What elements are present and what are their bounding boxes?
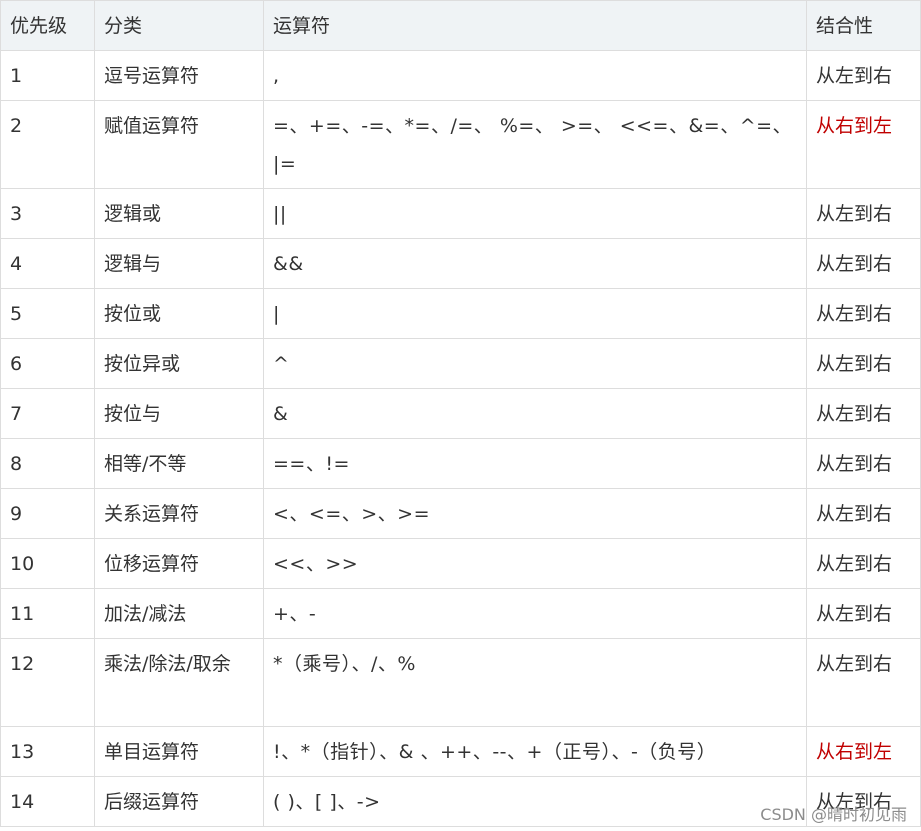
priority-cell: 14 <box>0 776 95 827</box>
priority-cell: 9 <box>0 488 95 539</box>
priority-cell: 3 <box>0 188 95 239</box>
header-category: 分类 <box>94 0 264 51</box>
operators-cell: , <box>263 50 807 101</box>
table-row: 7 按位与 & 从左到右 <box>0 388 921 439</box>
operators-cell: ==、!= <box>263 438 807 489</box>
associativity-cell: 从左到右 <box>806 438 921 489</box>
table-row: 14 后缀运算符 ( )、[ ]、-> 从左到右 <box>0 776 921 827</box>
priority-cell: 1 <box>0 50 95 101</box>
category-cell: 按位异或 <box>94 338 264 389</box>
operators-cell: & <box>263 388 807 439</box>
header-priority: 优先级 <box>0 0 95 51</box>
associativity-cell: 从左到右 <box>806 638 921 727</box>
category-cell: 逻辑与 <box>94 238 264 289</box>
operator-precedence-table: 优先级 分类 运算符 结合性 1 逗号运算符 , 从左到右 2 赋值运算符 =、… <box>0 0 921 827</box>
operators-cell: <、<=、>、>= <box>263 488 807 539</box>
priority-cell: 5 <box>0 288 95 339</box>
category-cell: 按位或 <box>94 288 264 339</box>
category-cell: 关系运算符 <box>94 488 264 539</box>
operators-cell: ( )、[ ]、-> <box>263 776 807 827</box>
priority-cell: 2 <box>0 100 95 189</box>
priority-cell: 7 <box>0 388 95 439</box>
associativity-cell: 从右到左 <box>806 100 921 189</box>
associativity-cell: 从左到右 <box>806 538 921 589</box>
category-cell: 加法/减法 <box>94 588 264 639</box>
table-row: 1 逗号运算符 , 从左到右 <box>0 50 921 101</box>
category-cell: 逻辑或 <box>94 188 264 239</box>
table-row: 5 按位或 | 从左到右 <box>0 288 921 339</box>
header-operators: 运算符 <box>263 0 807 51</box>
priority-cell: 10 <box>0 538 95 589</box>
associativity-cell: 从左到右 <box>806 238 921 289</box>
table-row: 2 赋值运算符 =、+=、-=、*=、/=、 %=、 >=、 <<=、&=、^=… <box>0 100 921 189</box>
priority-cell: 6 <box>0 338 95 389</box>
operators-cell: ^ <box>263 338 807 389</box>
table-row: 8 相等/不等 ==、!= 从左到右 <box>0 438 921 489</box>
table-row: 13 单目运算符 !、*（指针）、& 、++、--、+（正号）、-（负号） 从右… <box>0 726 921 777</box>
operators-cell: || <box>263 188 807 239</box>
category-cell: 乘法/除法/取余 <box>94 638 264 727</box>
operators-cell: +、- <box>263 588 807 639</box>
operators-cell: =、+=、-=、*=、/=、 %=、 >=、 <<=、&=、^=、|= <box>263 100 807 189</box>
category-cell: 按位与 <box>94 388 264 439</box>
operators-cell: !、*（指针）、& 、++、--、+（正号）、-（负号） <box>263 726 807 777</box>
table-row: 12 乘法/除法/取余 *（乘号）、/、% 从左到右 <box>0 638 921 727</box>
associativity-cell: 从左到右 <box>806 388 921 439</box>
header-associativity: 结合性 <box>806 0 921 51</box>
associativity-cell: 从左到右 <box>806 488 921 539</box>
priority-cell: 8 <box>0 438 95 489</box>
category-cell: 位移运算符 <box>94 538 264 589</box>
priority-cell: 12 <box>0 638 95 727</box>
associativity-cell: 从右到左 <box>806 726 921 777</box>
table-header-row: 优先级 分类 运算符 结合性 <box>0 0 921 51</box>
priority-cell: 4 <box>0 238 95 289</box>
priority-cell: 11 <box>0 588 95 639</box>
operators-cell: *（乘号）、/、% <box>263 638 807 727</box>
priority-cell: 13 <box>0 726 95 777</box>
operators-cell: | <box>263 288 807 339</box>
operators-cell: <<、>> <box>263 538 807 589</box>
table-row: 4 逻辑与 && 从左到右 <box>0 238 921 289</box>
table-row: 3 逻辑或 || 从左到右 <box>0 188 921 239</box>
table-row: 9 关系运算符 <、<=、>、>= 从左到右 <box>0 488 921 539</box>
table-row: 11 加法/减法 +、- 从左到右 <box>0 588 921 639</box>
category-cell: 单目运算符 <box>94 726 264 777</box>
category-cell: 后缀运算符 <box>94 776 264 827</box>
associativity-cell: 从左到右 <box>806 50 921 101</box>
table-row: 10 位移运算符 <<、>> 从左到右 <box>0 538 921 589</box>
category-cell: 相等/不等 <box>94 438 264 489</box>
associativity-cell: 从左到右 <box>806 188 921 239</box>
category-cell: 逗号运算符 <box>94 50 264 101</box>
associativity-cell: 从左到右 <box>806 338 921 389</box>
associativity-cell: 从左到右 <box>806 288 921 339</box>
operators-cell: && <box>263 238 807 289</box>
table-row: 6 按位异或 ^ 从左到右 <box>0 338 921 389</box>
category-cell: 赋值运算符 <box>94 100 264 189</box>
associativity-cell: 从左到右 <box>806 588 921 639</box>
associativity-cell: 从左到右 <box>806 776 921 827</box>
